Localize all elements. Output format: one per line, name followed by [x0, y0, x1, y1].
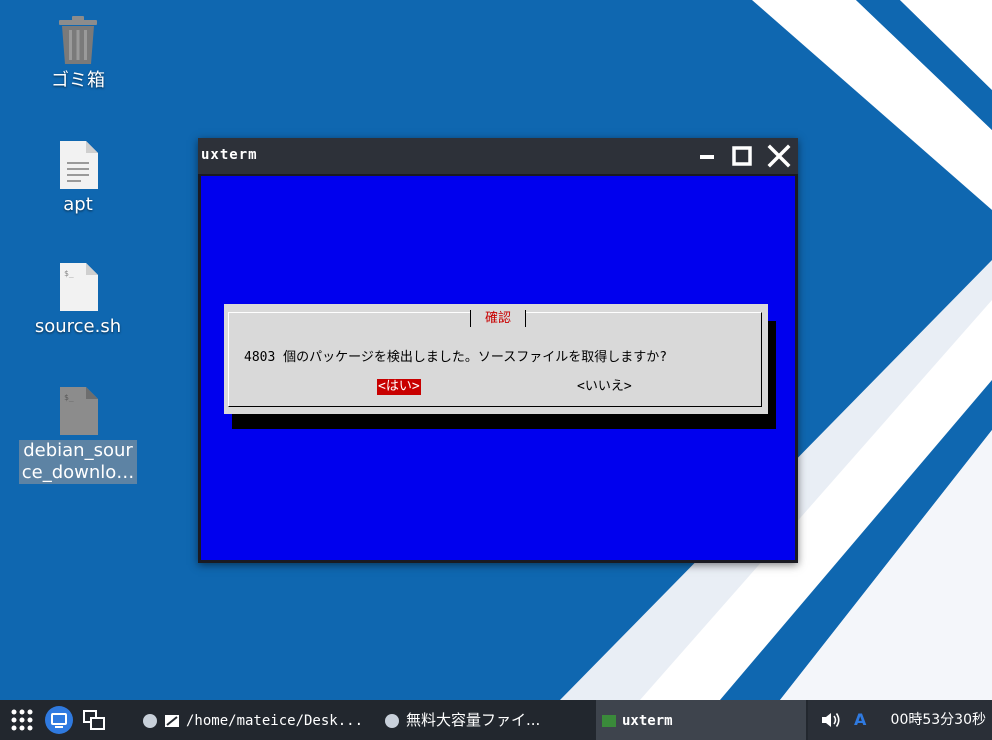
taskbar: /home/mateice/Desk... 無料大容量ファイ... uxterm… — [0, 700, 992, 740]
desktop-icon-apt[interactable]: apt — [14, 140, 142, 216]
task-browser[interactable]: 無料大容量ファイ... — [384, 700, 592, 740]
window-title: uxterm — [201, 147, 258, 163]
desktop-icon-label: debian_sour ce_downlo… — [18, 440, 138, 484]
task-uxterm[interactable]: uxterm — [596, 700, 806, 740]
window-switcher-icon[interactable] — [80, 706, 108, 734]
yes-button[interactable]: <はい> — [377, 379, 421, 395]
close-icon[interactable] — [767, 144, 791, 168]
desktop-icon-source-sh[interactable]: $_ source.sh — [14, 262, 142, 338]
terminal-area[interactable]: 確認 4803 個のパッケージを検出しました。ソースファイルを取得しますか? <… — [201, 176, 795, 560]
browser-icon — [143, 713, 157, 728]
trash-icon — [59, 16, 97, 64]
task-label: /home/mateice/Desk... — [186, 713, 364, 729]
desktop-icon-label: source.sh — [34, 316, 122, 337]
task-file-manager[interactable]: /home/mateice/Desk... — [142, 700, 376, 740]
browser-icon — [385, 713, 399, 728]
shell-script-icon: $_ — [60, 263, 98, 311]
dialog-frame: 確認 4803 個のパッケージを検出しました。ソースファイルを取得しますか? <… — [228, 310, 762, 407]
shell-script-icon: $_ — [60, 387, 98, 435]
file-manager-icon — [165, 714, 179, 727]
desktop: ゴミ箱 apt $_ source.sh $_ debian_sour ce_d… — [0, 0, 992, 700]
confirm-dialog: 確認 4803 個のパッケージを検出しました。ソースファイルを取得しますか? <… — [224, 304, 768, 414]
show-desktop-icon[interactable] — [45, 706, 73, 734]
label-line-1: debian_sour — [23, 440, 133, 461]
svg-text:$_: $_ — [64, 269, 74, 278]
no-button[interactable]: <いいえ> — [577, 379, 632, 395]
dialog-title: 確認 — [470, 310, 526, 327]
task-label: uxterm — [622, 713, 673, 729]
dialog-message: 4803 個のパッケージを検出しました。ソースファイルを取得しますか? — [244, 350, 668, 365]
system-tray: A 00時53分30秒 — [808, 700, 992, 740]
maximize-icon[interactable] — [730, 144, 754, 168]
uxterm-window[interactable]: uxterm 確認 4803 個のパッケージを検出しました。ソースファイルを取得… — [198, 138, 798, 563]
desktop-icon-debian-source-download[interactable]: $_ debian_sour ce_downlo… — [14, 386, 142, 484]
window-titlebar[interactable]: uxterm — [198, 138, 798, 174]
desktop-icon-trash[interactable]: ゴミ箱 — [14, 14, 142, 92]
desktop-icon-label: apt — [63, 194, 93, 215]
text-file-icon — [60, 141, 98, 189]
terminal-icon — [602, 714, 616, 727]
minimize-icon[interactable] — [696, 144, 720, 168]
svg-text:$_: $_ — [64, 393, 74, 402]
desktop-icon-label: ゴミ箱 — [51, 70, 105, 91]
clock[interactable]: 00時53分30秒 — [891, 700, 986, 740]
task-label: 無料大容量ファイ... — [406, 711, 541, 729]
app-grid-icon[interactable] — [8, 706, 36, 734]
volume-icon[interactable] — [820, 710, 842, 730]
ime-indicator[interactable]: A — [854, 700, 866, 740]
label-line-2: ce_downlo… — [21, 462, 135, 483]
